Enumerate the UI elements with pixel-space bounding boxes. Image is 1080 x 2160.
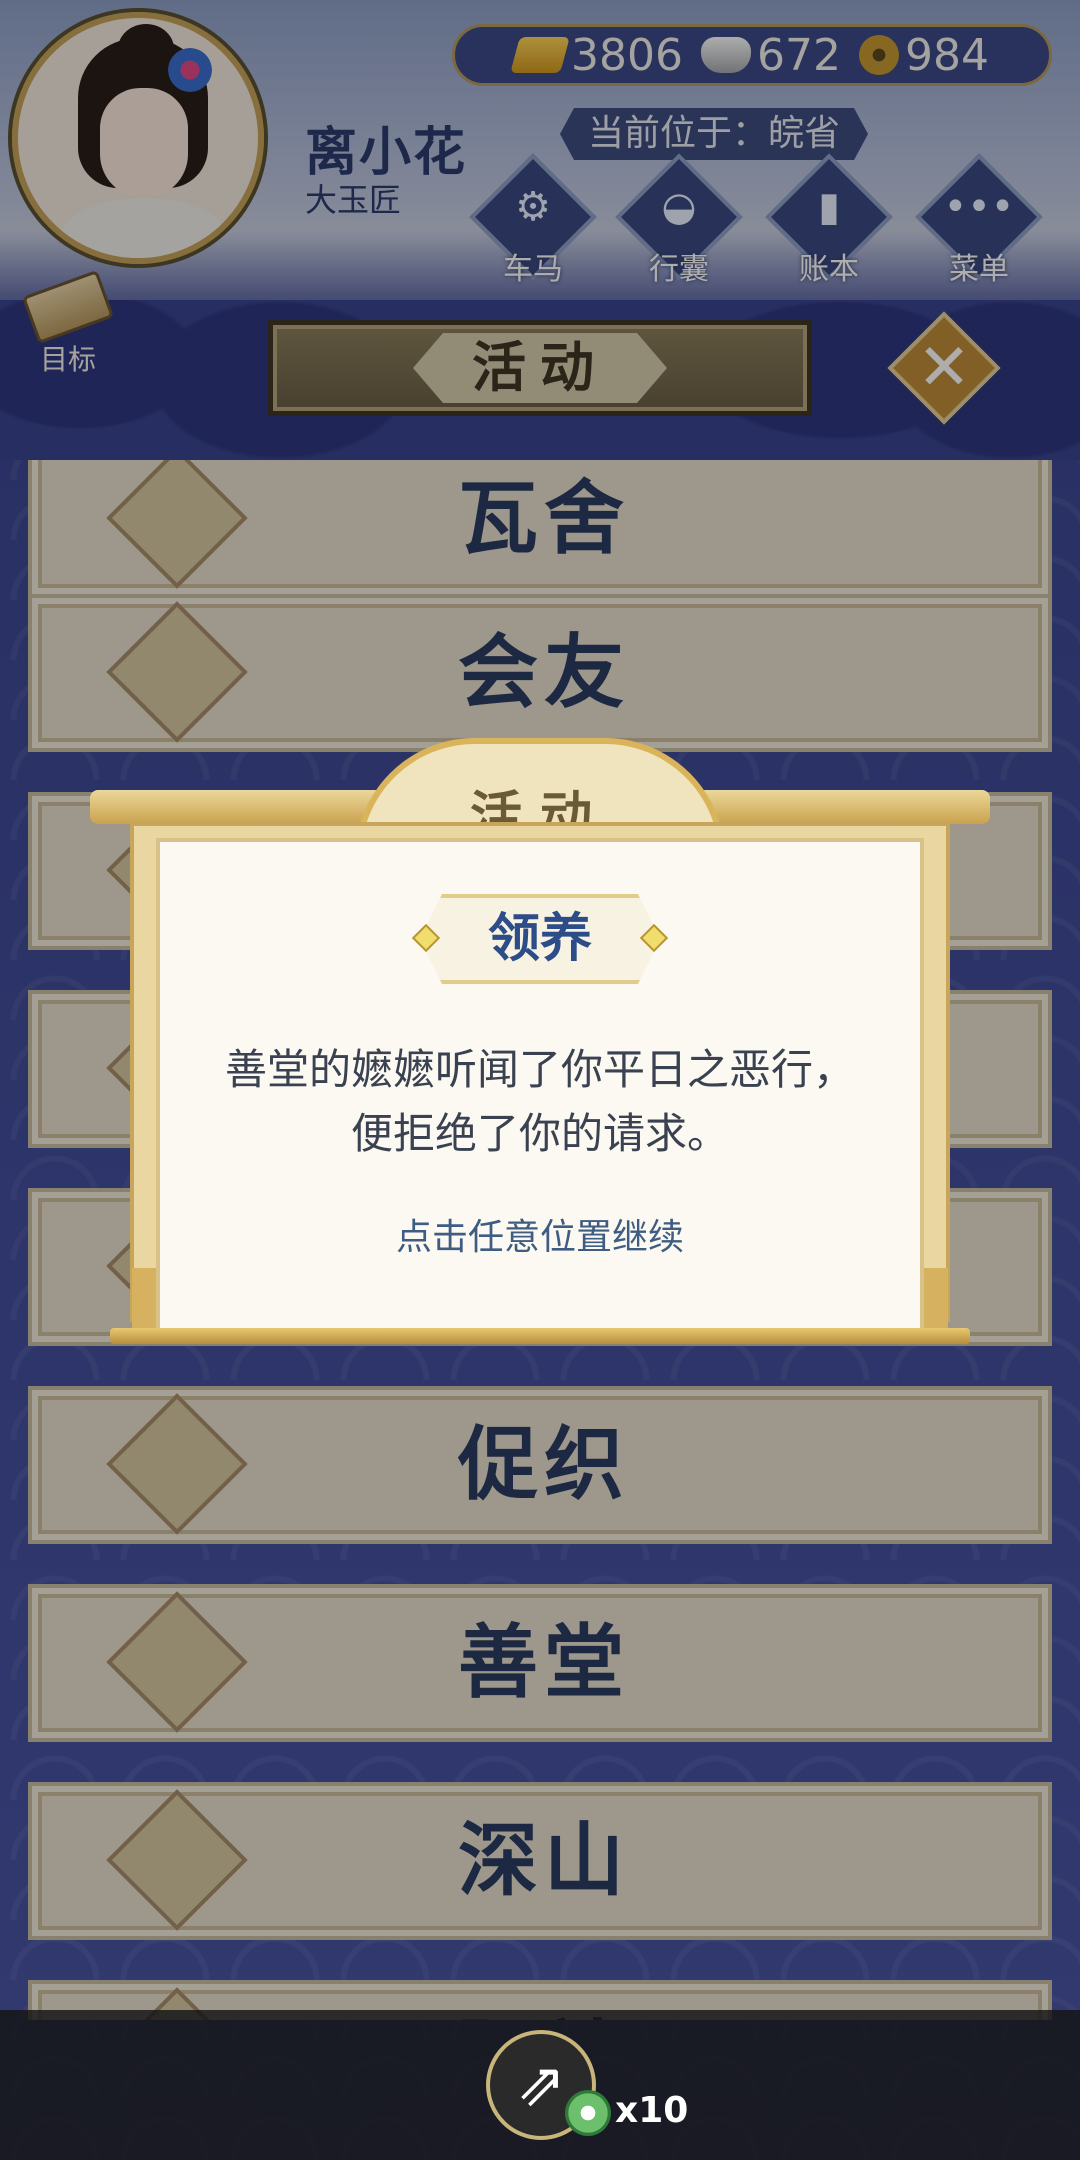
token-icon xyxy=(565,2090,611,2136)
token-count: x10 xyxy=(615,2090,689,2131)
dialog-subtitle: 领养 xyxy=(420,894,660,984)
continue-hint: 点击任意位置继续 xyxy=(395,1217,684,1258)
dialog-message-line2: 便拒绝了你的请求。 xyxy=(350,1109,729,1158)
dialog-message-line1: 善堂的嬷嬷听闻了你平日之恶行， xyxy=(224,1045,855,1094)
dialog-message: 善堂的嬷嬷听闻了你平日之恶行， 便拒绝了你的请求。 xyxy=(156,1038,924,1166)
dialog-pillar-left xyxy=(132,1268,158,1332)
event-dialog[interactable]: 活动 领养 善堂的嬷嬷听闻了你平日之恶行， 便拒绝了你的请求。 点击任意位置继续 xyxy=(90,738,990,1348)
dialog-pillar-right xyxy=(922,1268,948,1332)
dialog-base xyxy=(110,1328,970,1344)
